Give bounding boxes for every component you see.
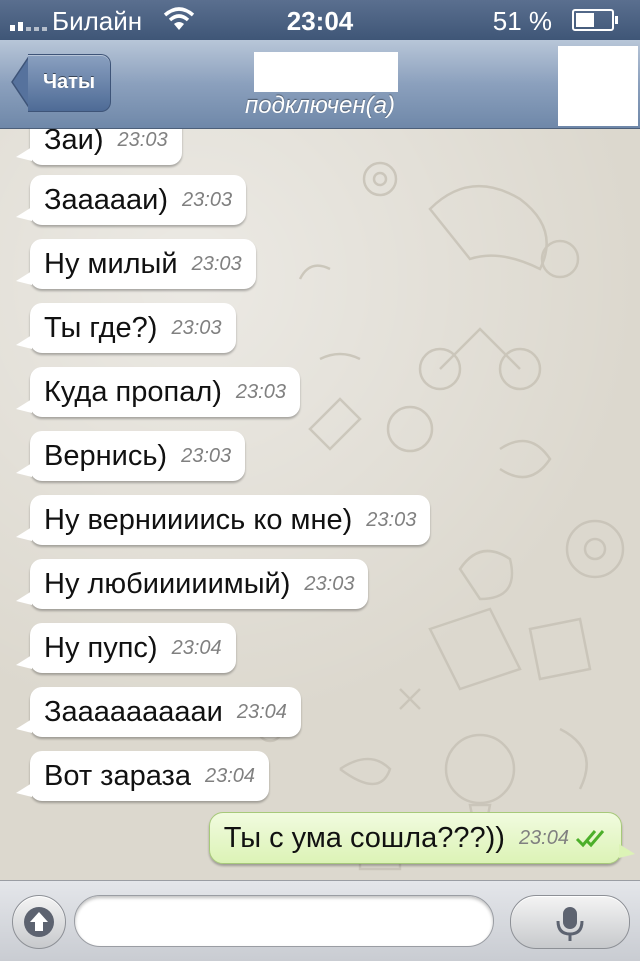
incoming-message-bubble[interactable]: Куда пропал) 23:03: [16, 367, 300, 417]
message-text: Заааааи): [44, 183, 169, 216]
message-text: Ты где?): [44, 311, 158, 344]
contact-name-redacted[interactable]: [254, 52, 398, 92]
message-time: 23:04: [204, 764, 256, 787]
message-time: 23:04: [236, 700, 287, 723]
incoming-message-bubble[interactable]: Ну любииииимый) 23:03: [15, 559, 369, 609]
microphone-button[interactable]: [510, 895, 630, 949]
read-receipt-double-check-icon: [575, 830, 605, 848]
message-time: 23:03: [171, 316, 222, 339]
incoming-message-bubble[interactable]: Заи) 23:03: [16, 129, 182, 165]
incoming-message-bubble[interactable]: Вот зараза 23:04: [15, 751, 270, 801]
message-time: 23:04: [171, 636, 222, 659]
message-text: Вернись): [44, 439, 168, 472]
incoming-message-bubble[interactable]: Заааааи) 23:03: [15, 175, 247, 225]
incoming-message-bubble[interactable]: Ну пупс) 23:04: [16, 623, 236, 673]
message-text: Ну милый: [44, 247, 178, 280]
message-text: Куда пропал): [44, 375, 222, 408]
message-text: Ну пупс): [44, 631, 158, 664]
incoming-message-bubble[interactable]: Вернись) 23:03: [15, 431, 246, 481]
status-bar: Билайн 23:04 51 %: [0, 0, 640, 40]
message-time: 23:03: [304, 572, 355, 595]
message-input[interactable]: [74, 895, 494, 947]
message-text: Вот зараза: [44, 759, 191, 792]
incoming-message-bubble[interactable]: Ну верниииись ко мне) 23:03: [15, 495, 431, 545]
message-time: 23:03: [191, 252, 242, 275]
message-time: 23:03: [235, 380, 286, 403]
message-time: 23:03: [181, 444, 232, 467]
message-text: Заи): [44, 129, 104, 156]
microphone-icon: [556, 907, 584, 941]
contact-status: подключен(а): [245, 92, 395, 119]
message-text: Ну верниииись ко мне): [44, 503, 353, 536]
battery-percent: 51 %: [492, 6, 552, 36]
message-time: 23:03: [366, 508, 417, 531]
message-text: Заааааааааи: [44, 695, 223, 728]
incoming-message-bubble[interactable]: Заааааааааи 23:04: [16, 687, 301, 737]
battery-icon: [572, 9, 618, 31]
contact-avatar[interactable]: [558, 46, 638, 126]
outgoing-message-bubble[interactable]: Ты с ума сошла???)) 23:04: [208, 812, 636, 864]
message-text: Ты с ума сошла???)): [223, 821, 505, 854]
chat-area[interactable]: Заи) 23:03 Заааааи) 23:03 Ну милый 23:03…: [0, 129, 640, 880]
chat-header: Чаты подключен(а): [0, 40, 640, 129]
attach-button[interactable]: [12, 895, 66, 949]
incoming-message-bubble[interactable]: Ну милый 23:03: [16, 239, 256, 289]
message-time: 23:03: [182, 188, 233, 211]
upload-arrow-icon: [24, 907, 54, 937]
incoming-message-bubble[interactable]: Ты где?) 23:03: [16, 303, 236, 353]
message-time: 23:03: [117, 129, 168, 151]
message-time: 23:04: [518, 826, 569, 849]
message-text: Ну любииииимый): [44, 567, 291, 600]
message-composer: [0, 880, 640, 961]
